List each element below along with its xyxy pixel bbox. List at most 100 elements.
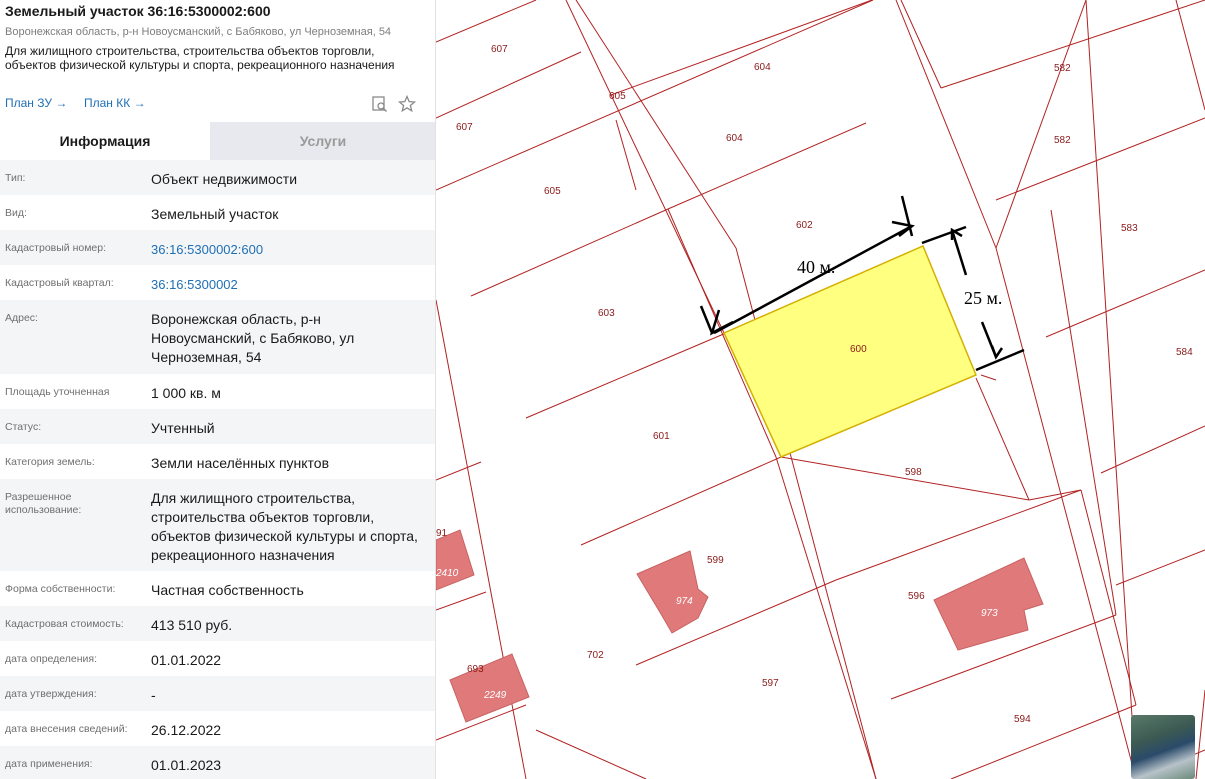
parcel-number-label: 693 — [467, 664, 484, 675]
info-row-value: Частная собственность — [151, 582, 304, 598]
info-row: дата внесения сведений: 26.12.2022 — [0, 711, 435, 746]
cadastral-map[interactable]: 607 607 604 604 605 605 582 582 602 583 603 600 584 6… — [436, 0, 1205, 779]
parcel-number-label: 583 — [1121, 223, 1138, 234]
info-row: Площадь уточненная 1 000 кв. м — [0, 374, 435, 409]
info-row-value: 1 000 кв. м — [151, 385, 221, 401]
info-row-label: Форма собственности: — [5, 583, 116, 595]
building — [436, 529, 475, 591]
parcel-number-label: 602 — [796, 220, 813, 231]
search-doc-icon[interactable] — [371, 95, 389, 113]
parcel-number-label: 596 — [908, 591, 925, 602]
info-row-link[interactable]: 36:16:5300002:600 — [151, 240, 421, 259]
info-row: дата утверждения: - — [0, 676, 435, 711]
parcel-boundary — [615, 119, 637, 191]
parcel-boundary — [436, 51, 582, 119]
plan-zu-link[interactable]: План ЗУ → — [5, 96, 67, 110]
parcel-boundary — [950, 704, 1137, 779]
parcel-number-label: 601 — [653, 431, 670, 442]
info-row-label: дата утверждения: — [5, 688, 97, 700]
parcel-number-label: 91 — [436, 528, 448, 539]
building — [449, 653, 530, 723]
parcel-boundary — [895, 0, 997, 249]
parcel-boundary — [565, 0, 725, 334]
tab-bar: Информация Услуги — [0, 122, 435, 160]
dimension-line — [699, 305, 714, 334]
parcel-number-label: 597 — [762, 678, 779, 689]
parcel-boundary — [1175, 0, 1205, 111]
info-row-label: Кадастровая стоимость: — [5, 618, 124, 630]
info-row-label: дата применения: — [5, 758, 93, 770]
parcel-boundary — [1085, 0, 1137, 779]
info-row-label: Разрешенное использование: — [5, 491, 82, 516]
parcel-number-label: 604 — [726, 133, 743, 144]
parcel-number-label: 605 — [544, 186, 561, 197]
parcel-boundary — [575, 0, 737, 249]
parcel-number-label: 605 — [609, 91, 626, 102]
info-row-value: Для жилищного строительства, строительст… — [151, 490, 418, 563]
parcel-boundary — [436, 591, 487, 611]
info-row-value: Земельный участок — [151, 206, 279, 222]
info-row-label: Кадастровый квартал: — [5, 277, 114, 289]
info-row-label: Адрес: — [5, 312, 38, 324]
parcel-boundary — [980, 374, 997, 381]
parcel-boundary — [1195, 689, 1205, 779]
parcel-boundary — [1115, 549, 1205, 586]
info-row-value: Воронежская область, р-н Новоусманский, … — [151, 311, 355, 365]
info-row-value: 01.01.2023 — [151, 757, 222, 773]
info-row-value: 413 510 руб. — [151, 617, 233, 633]
building-number-label: 2410 — [436, 568, 459, 579]
parcel-number-label: 603 — [598, 308, 615, 319]
parcel-boundary — [436, 0, 537, 43]
parcel-boundary — [780, 456, 1030, 501]
tab-information[interactable]: Информация — [0, 122, 210, 160]
arrow-head — [990, 345, 1004, 360]
info-row: Кадастровый квартал: 36:16:5300002 — [0, 265, 435, 300]
parcel-boundary — [1050, 209, 1117, 616]
parcel-boundary — [470, 208, 669, 297]
tab-services[interactable]: Услуги — [210, 122, 435, 160]
info-row-label: Вид: — [5, 207, 27, 219]
parcel-boundary — [436, 461, 482, 481]
parcel-number-label: 702 — [587, 650, 604, 661]
parcel-boundary — [436, 0, 874, 191]
star-icon[interactable] — [397, 94, 417, 113]
parcel-boundary — [667, 122, 867, 210]
info-row-link[interactable]: 36:16:5300002 — [151, 275, 421, 294]
info-row-value: - — [151, 687, 156, 703]
parcel-address: Воронежская область, р-н Новоусманский, … — [5, 26, 392, 38]
parcel-number-label: 594 — [1014, 714, 1031, 725]
parcel-number-label: 599 — [707, 555, 724, 566]
building — [933, 557, 1044, 651]
parcel-number-label: 582 — [1054, 63, 1071, 74]
info-row: дата применения: 01.01.2023 — [0, 746, 435, 779]
info-row: Кадастровый номер: 36:16:5300002:600 — [0, 230, 435, 265]
parcel-number-label: 598 — [905, 467, 922, 478]
parcel-boundary — [900, 0, 942, 89]
parcel-number-label: 600 — [850, 344, 867, 355]
info-row-label: дата определения: — [5, 653, 98, 665]
building-number-label: 974 — [676, 596, 693, 607]
map-canvas[interactable]: 607 607 604 604 605 605 582 582 602 583 603 600 584 6… — [436, 0, 1205, 779]
info-row-value: Земли населённых пунктов — [151, 455, 330, 471]
dimension-label: 40 м. — [797, 257, 835, 277]
plan-kk-link[interactable]: План КК → — [84, 96, 146, 110]
info-row-value: 26.12.2022 — [151, 722, 222, 738]
parcel-boundary — [1028, 489, 1082, 501]
info-row-value: Учтенный — [151, 420, 215, 436]
parcel-boundary — [835, 489, 1082, 581]
parcel-boundary — [995, 0, 1087, 249]
parcel-boundary — [525, 332, 727, 419]
info-row-label: Тип: — [5, 172, 26, 184]
parcel-boundary — [535, 729, 647, 779]
info-row-label: Категория земель: — [5, 456, 95, 468]
parcel-number-label: 607 — [456, 122, 473, 133]
satellite-thumbnail[interactable] — [1131, 715, 1195, 779]
building-number-label: 2249 — [483, 690, 507, 701]
parcel-number-label: 584 — [1176, 347, 1193, 358]
parcel-usage: Для жилищного строительства, строительст… — [5, 44, 395, 72]
parcel-number-label: 582 — [1054, 135, 1071, 146]
info-row: Статус: Учтенный — [0, 409, 435, 444]
parcel-boundary — [1100, 425, 1205, 474]
info-row: Кадастровая стоимость: 413 510 руб. — [0, 606, 435, 641]
dimension-line — [950, 229, 968, 276]
